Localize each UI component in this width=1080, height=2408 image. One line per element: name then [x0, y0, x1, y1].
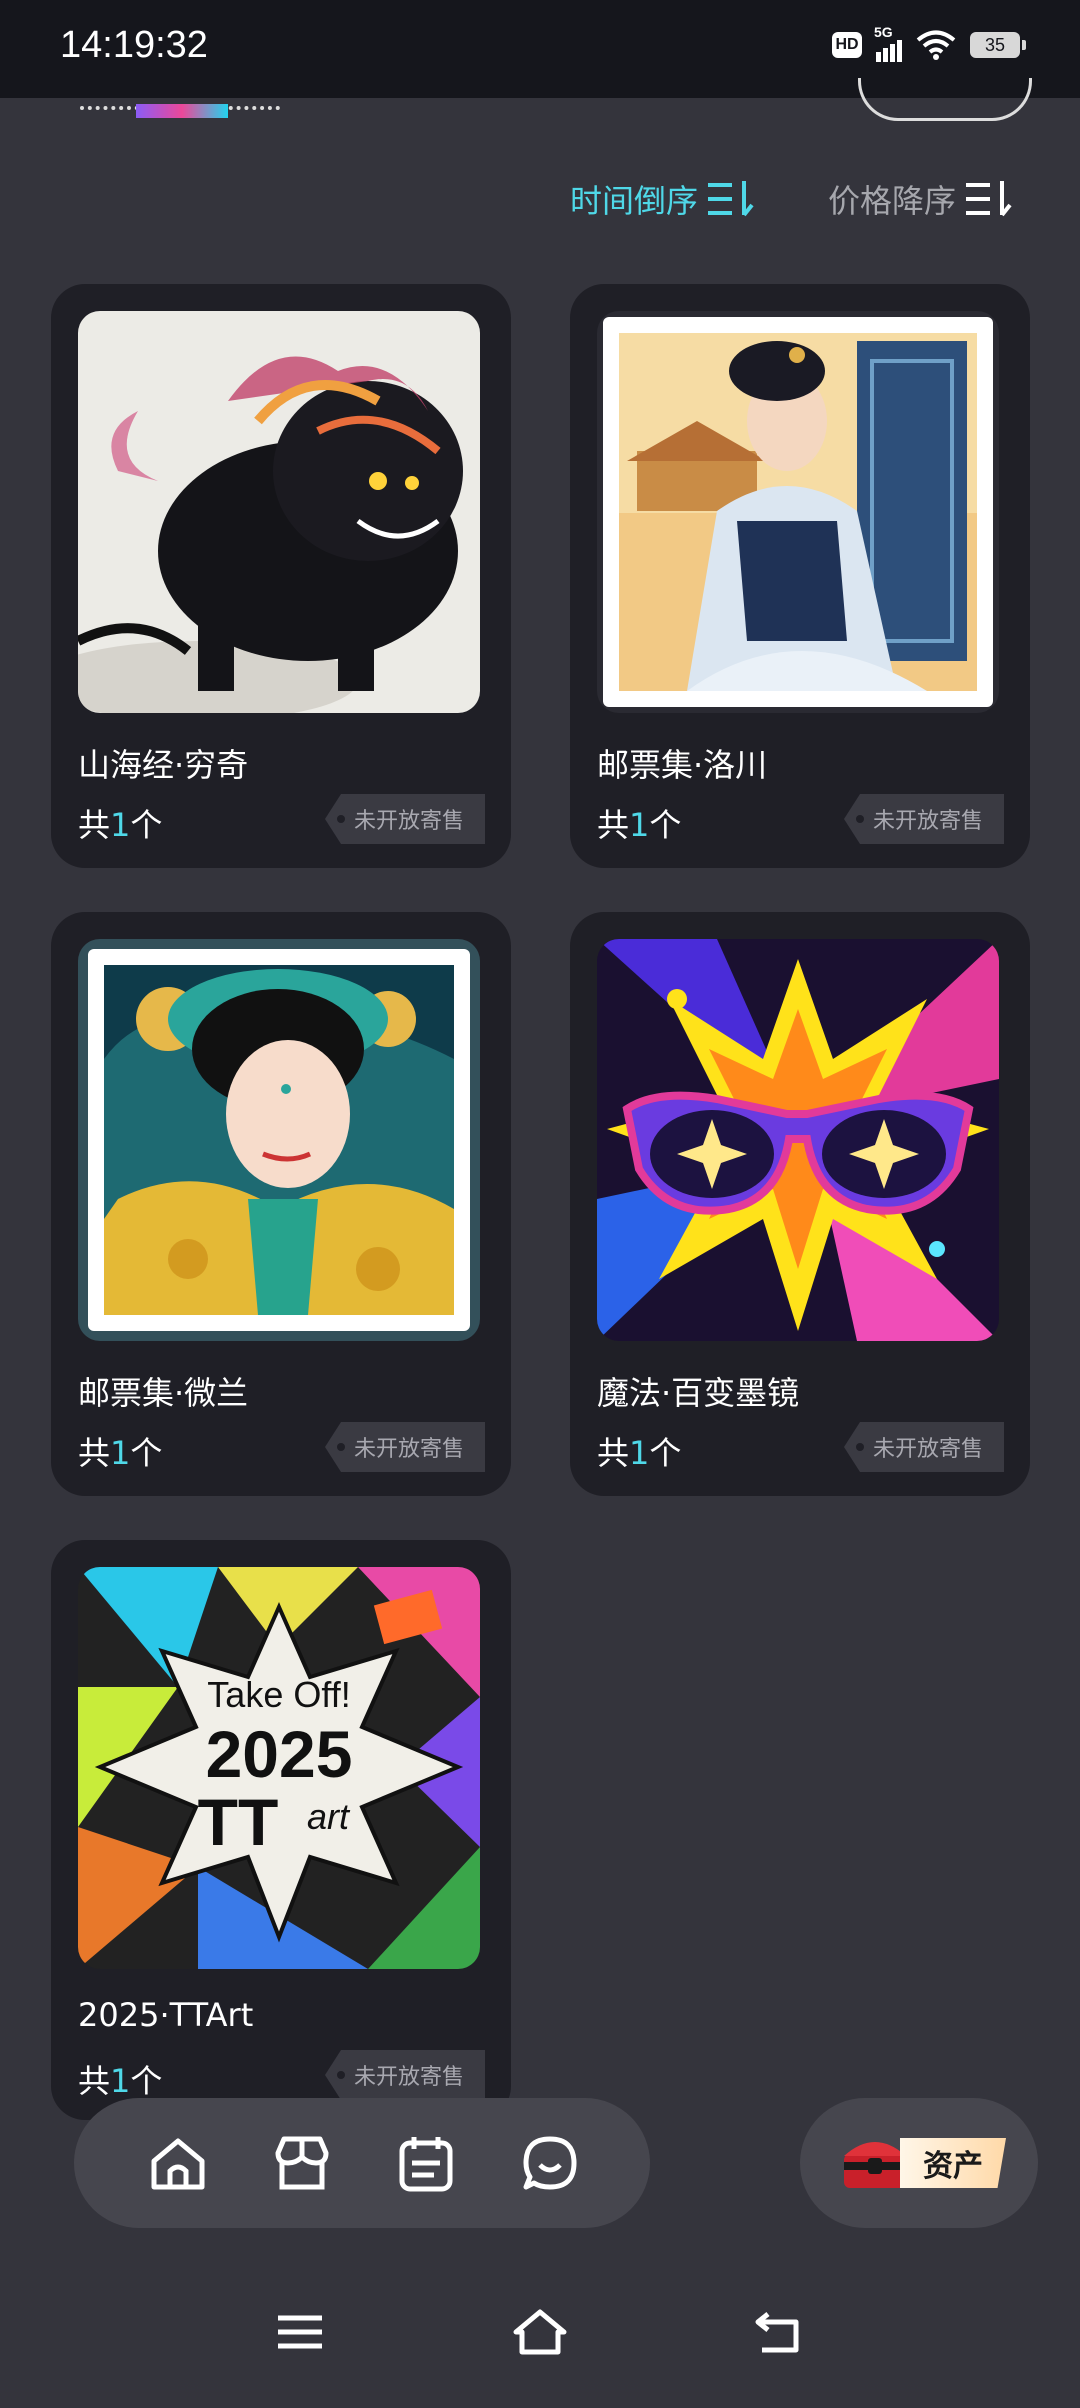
status-icons: HD 5G 35 — [832, 24, 1026, 62]
consignment-status-tag: 未开放寄售 — [325, 794, 485, 844]
consignment-status-tag: 未开放寄售 — [325, 2050, 485, 2100]
network-type: 5G — [874, 24, 893, 40]
battery-icon: 35 — [970, 32, 1026, 58]
chat-icon — [523, 2136, 577, 2190]
consignment-status-tag: 未开放寄售 — [844, 1422, 1004, 1472]
system-home-button[interactable] — [512, 2306, 568, 2358]
assets-button[interactable]: 资产 — [800, 2098, 1038, 2228]
home-outline-icon — [513, 2309, 567, 2355]
card-image — [597, 939, 999, 1341]
back-icon — [755, 2312, 799, 2353]
search-box[interactable] — [858, 78, 1032, 121]
card-image — [78, 311, 480, 713]
status-time: 14:19:32 — [60, 24, 208, 66]
nav-calendar-button[interactable] — [394, 2131, 458, 2195]
consignment-status-tag: 未开放寄售 — [325, 1422, 485, 1472]
hd-icon: HD — [832, 32, 862, 58]
system-back-button[interactable] — [752, 2306, 808, 2358]
menu-icon — [278, 2315, 322, 2349]
sort-time-label: 时间倒序 — [570, 182, 699, 220]
card-image — [597, 311, 999, 713]
card-count: 共1个 — [78, 806, 163, 844]
card-count: 共1个 — [78, 1434, 163, 1472]
card-count: 共1个 — [78, 2062, 163, 2100]
header-remnant — [0, 78, 1080, 128]
nav-chat-button[interactable] — [518, 2131, 582, 2195]
sort-desc-icon — [966, 181, 1012, 217]
card-title: 2025·TTArt — [78, 1996, 254, 2034]
treasure-chest-icon — [844, 2142, 906, 2188]
system-menu-button[interactable] — [272, 2306, 328, 2358]
signal-icon: 5G — [874, 24, 902, 62]
collection-card[interactable]: 魔法·百变墨镜 共1个 未开放寄售 — [570, 912, 1030, 1496]
calendar-icon — [399, 2137, 453, 2192]
card-title: 邮票集·微兰 — [78, 1374, 249, 1412]
card-count: 共1个 — [597, 1434, 682, 1472]
nav-home-button[interactable] — [146, 2131, 210, 2195]
consignment-status-tag: 未开放寄售 — [844, 794, 1004, 844]
sort-desc-icon — [708, 181, 754, 217]
card-image: Take Off! 2025 TT art — [78, 1567, 480, 1969]
assets-label: 资产 — [900, 2138, 1006, 2188]
home-icon — [151, 2138, 205, 2190]
system-nav-bar — [0, 2260, 1080, 2408]
collection-card[interactable]: 邮票集·微兰 共1个 未开放寄售 — [51, 912, 511, 1496]
card-image — [78, 939, 480, 1341]
card-title: 邮票集·洛川 — [597, 746, 768, 784]
sort-price-label: 价格降序 — [828, 182, 957, 220]
poster-text-line3: TT — [198, 1785, 279, 1859]
wifi-icon — [916, 30, 956, 60]
sort-by-time-button[interactable]: 时间倒序 — [570, 176, 756, 222]
store-icon — [275, 2136, 329, 2190]
poster-text-line3b: art — [307, 1796, 351, 1837]
collection-card[interactable]: Take Off! 2025 TT art 2025·TTArt 共1个 未开放… — [51, 1540, 511, 2120]
card-title: 山海经·穷奇 — [78, 746, 249, 784]
sort-by-price-button[interactable]: 价格降序 — [828, 176, 1014, 222]
poster-text-line1: Take Off! — [207, 1674, 350, 1715]
card-count: 共1个 — [597, 806, 682, 844]
collection-card[interactable]: 邮票集·洛川 共1个 未开放寄售 — [570, 284, 1030, 868]
card-title: 魔法·百变墨镜 — [597, 1374, 800, 1412]
bottom-nav — [74, 2098, 650, 2228]
nav-store-button[interactable] — [270, 2131, 334, 2195]
sort-bar: 时间倒序 价格降序 — [0, 176, 1080, 226]
collection-card[interactable]: 山海经·穷奇 共1个 未开放寄售 — [51, 284, 511, 868]
poster-text-line2: 2025 — [206, 1717, 353, 1791]
